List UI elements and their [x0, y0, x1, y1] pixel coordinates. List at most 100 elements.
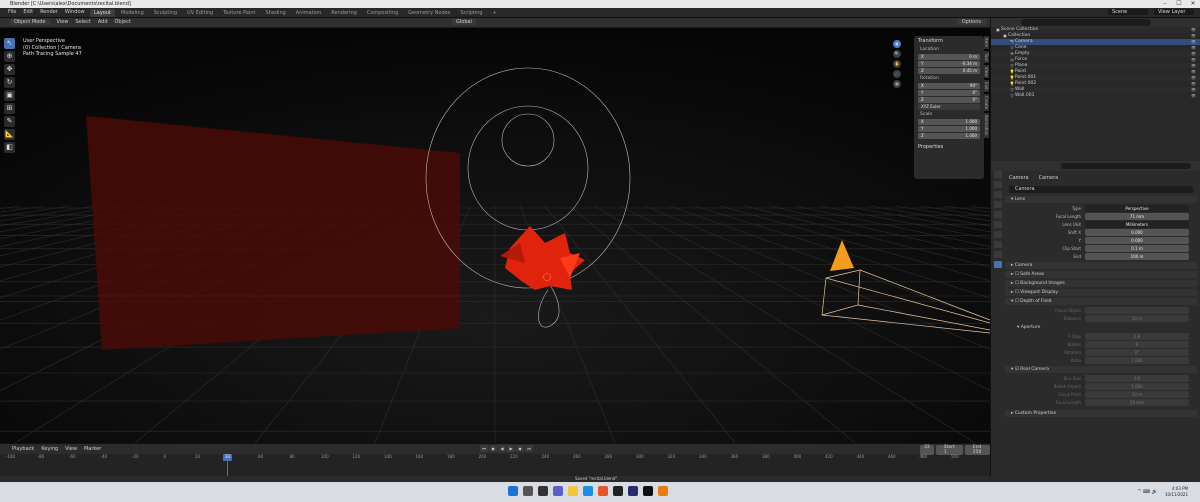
real-camera-value[interactable]: 1.000: [1085, 383, 1189, 390]
aperture-value[interactable]: 2.8: [1085, 333, 1189, 340]
sidebar-tab-tool[interactable]: Tool: [984, 51, 989, 63]
outliner-row[interactable]: ▽ Wall.001 👁: [991, 93, 1200, 99]
aperture-section[interactable]: ▾ Aperture: [1011, 324, 1197, 331]
location-x-field[interactable]: X 0 m: [918, 54, 980, 60]
select-menu[interactable]: Select: [75, 19, 90, 25]
rotation-y-field[interactable]: Y 0°: [918, 90, 980, 96]
lens-value[interactable]: 0.000: [1085, 229, 1189, 236]
real-camera-value[interactable]: 0.0: [1085, 375, 1189, 382]
lens-value[interactable]: 71 mm: [1085, 213, 1189, 220]
transform-tool[interactable]: ⊞: [4, 103, 15, 114]
physics-tab-icon[interactable]: [994, 241, 1002, 248]
scale-y-field[interactable]: Y 1.000: [918, 126, 980, 132]
transform-header[interactable]: Transform: [914, 36, 984, 46]
tab-scripting[interactable]: Scripting: [456, 9, 486, 17]
measure-tool[interactable]: 📐: [4, 129, 15, 140]
zoom-icon[interactable]: 🔍: [893, 50, 901, 58]
camera-view-icon[interactable]: 🎥: [893, 70, 901, 78]
tab-compositing[interactable]: Compositing: [363, 9, 402, 17]
menu-render[interactable]: Render: [40, 9, 58, 15]
tab-sculpting[interactable]: Sculpting: [150, 9, 181, 17]
section-depth-of-field[interactable]: ▾ ☐ Depth of Field: [1005, 298, 1197, 305]
tab-modeling[interactable]: Modeling: [117, 9, 148, 17]
scale-tool[interactable]: ▣: [4, 90, 15, 101]
rotation-z-field[interactable]: Z 0°: [918, 97, 980, 103]
menu-edit[interactable]: Edit: [23, 9, 33, 15]
aperture-value[interactable]: 0°: [1085, 349, 1189, 356]
jump-start-icon[interactable]: ⏮: [480, 445, 488, 452]
menu-window[interactable]: Window: [65, 9, 85, 15]
play-reverse-icon[interactable]: ◀: [498, 445, 506, 452]
location-y-field[interactable]: Y -0.34 m: [918, 61, 980, 67]
timeline-menu-view[interactable]: View: [65, 446, 77, 452]
move-tool[interactable]: ✥: [4, 64, 15, 75]
add-cube-tool[interactable]: ◧: [4, 142, 15, 153]
real-camera-value[interactable]: 50 mm: [1085, 399, 1189, 406]
task-view-icon[interactable]: [538, 486, 548, 496]
tab-texture-paint[interactable]: Texture Paint: [219, 9, 259, 17]
teams-icon[interactable]: [553, 486, 563, 496]
lens-value[interactable]: 0.000: [1085, 237, 1189, 244]
add-menu[interactable]: Add: [98, 19, 108, 25]
options-button[interactable]: Options: [956, 19, 986, 25]
lens-value[interactable]: Perspective: [1085, 205, 1189, 212]
grid-view-icon[interactable]: ▦: [893, 80, 901, 88]
start-icon[interactable]: [508, 486, 518, 496]
rotation-x-field[interactable]: X 90°: [918, 83, 980, 89]
location-z-field[interactable]: Z 0.45 m: [918, 68, 980, 74]
properties-header[interactable]: Properties: [914, 142, 984, 152]
lens-value[interactable]: 100 m: [1085, 253, 1189, 260]
aperture-value[interactable]: 1.000: [1085, 357, 1189, 364]
world-tab-icon[interactable]: [994, 221, 1002, 228]
annotate-tool[interactable]: ✎: [4, 116, 15, 127]
timeline-menu-marker[interactable]: Marker: [84, 446, 101, 452]
file-explorer-icon[interactable]: [568, 486, 578, 496]
select-box-tool[interactable]: ↖: [4, 38, 15, 49]
clock[interactable]: 4:03 PM 10/11/2021: [1165, 486, 1188, 497]
rotation-mode-select[interactable]: XYZ Euler: [918, 104, 980, 110]
maximize-button[interactable]: ☐: [1172, 0, 1186, 8]
sidebar-tab-create[interactable]: Create: [984, 94, 989, 112]
vlc-icon[interactable]: [598, 486, 608, 496]
minimize-button[interactable]: –: [1158, 0, 1172, 8]
tab-animation[interactable]: Animation: [292, 9, 326, 17]
transform-orientation[interactable]: Global: [452, 19, 476, 25]
object-tab-icon[interactable]: [994, 231, 1002, 238]
rotate-tool[interactable]: ↻: [4, 77, 15, 88]
playhead[interactable]: 33: [223, 454, 232, 461]
visibility-eye-icon[interactable]: 👁: [1191, 93, 1196, 99]
jump-end-icon[interactable]: ⏭: [525, 445, 533, 452]
section-camera[interactable]: ▸ Camera: [1005, 262, 1197, 269]
sidebar-tab-item[interactable]: Item: [984, 36, 989, 50]
view-menu[interactable]: View: [57, 19, 69, 25]
tab-geometry-nodes[interactable]: Geometry Nodes: [404, 9, 454, 17]
sidebar-tab-view[interactable]: View: [984, 64, 989, 79]
real-camera-value[interactable]: 10 m: [1085, 391, 1189, 398]
tab-layout[interactable]: Layout: [90, 9, 115, 17]
lens-section[interactable]: ▾ Lens: [1005, 196, 1197, 203]
timeline-menu-playback[interactable]: Playback: [12, 446, 34, 452]
output-tab-icon[interactable]: [994, 191, 1002, 198]
section-viewport-display[interactable]: ▸ ☐ Viewport Display: [1005, 289, 1197, 296]
sidebar-tab-animation[interactable]: Animation: [984, 113, 989, 138]
search-icon[interactable]: [523, 486, 533, 496]
scale-x-field[interactable]: X 1.000: [918, 119, 980, 125]
axis-gizmo-icon[interactable]: ●: [893, 40, 901, 48]
tab-add[interactable]: +: [489, 9, 501, 17]
scene-tab-icon[interactable]: [994, 211, 1002, 218]
constraints-tab-icon[interactable]: [994, 251, 1002, 258]
system-tray[interactable]: ^ ⌨ 🔊: [1137, 489, 1158, 495]
unity-icon[interactable]: [643, 486, 653, 496]
properties-search[interactable]: [1061, 163, 1191, 169]
cursor-tool[interactable]: ⊕: [4, 51, 15, 62]
scene-selector[interactable]: Scene: [1108, 9, 1148, 15]
lens-value[interactable]: 0.1 m: [1085, 245, 1189, 252]
prev-key-icon[interactable]: ◆: [489, 445, 497, 452]
section-safe-areas[interactable]: ▸ ☐ Safe Areas: [1005, 271, 1197, 278]
play-icon[interactable]: ▶: [507, 445, 515, 452]
tab-shading[interactable]: Shading: [261, 9, 289, 17]
next-key-icon[interactable]: ◆: [516, 445, 524, 452]
epic-games-icon[interactable]: [613, 486, 623, 496]
3d-viewport[interactable]: User Perspective (0) Collection | Camera…: [0, 28, 990, 443]
timeline-ruler[interactable]: -100-80-60-40-20020406080100120140160180…: [0, 454, 990, 461]
